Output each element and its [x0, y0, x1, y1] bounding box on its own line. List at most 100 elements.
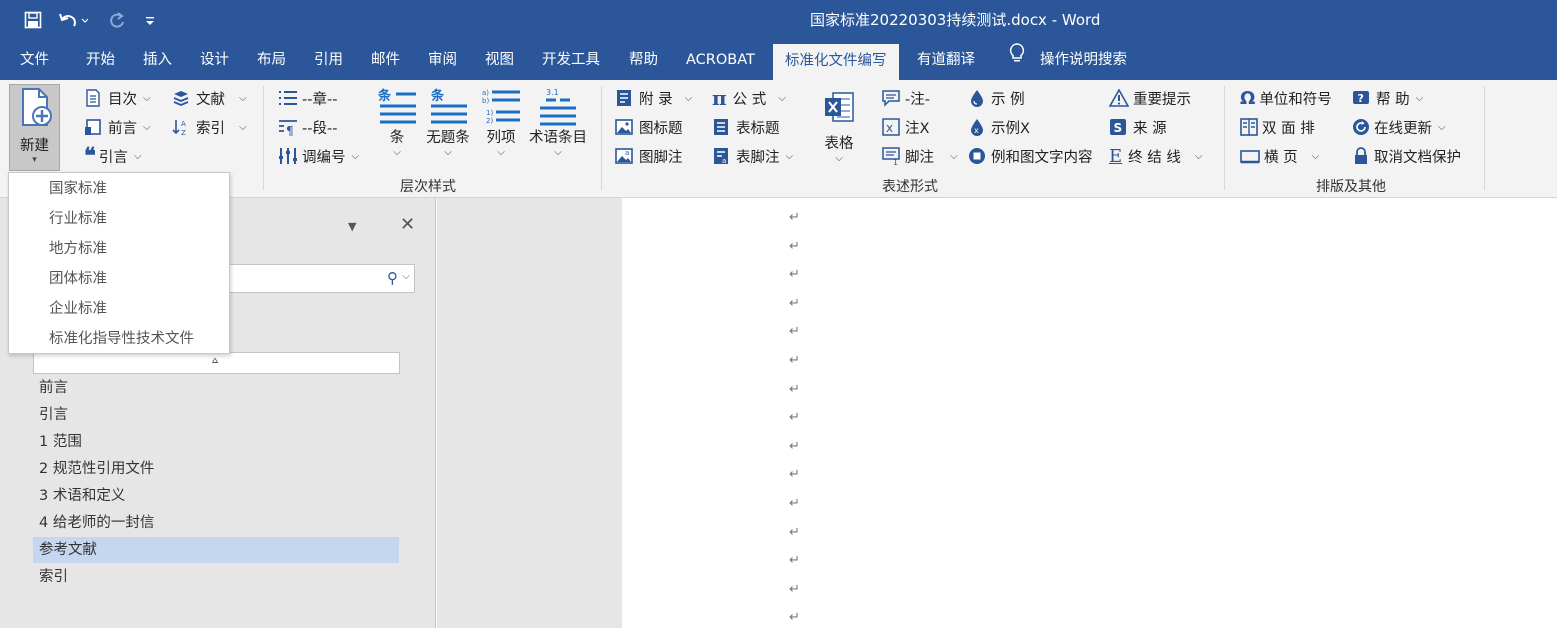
group-label-layout-other: 排版及其他 — [1316, 179, 1386, 195]
term-entry-icon: 3.1 — [540, 88, 576, 126]
table-title-button[interactable]: 表标题 — [712, 115, 780, 139]
pane-options-icon[interactable]: ▼ — [348, 220, 356, 233]
undo-icon[interactable] — [56, 8, 90, 32]
footnote-label: 脚注 — [905, 149, 934, 166]
tab-insert[interactable]: 插入 — [143, 40, 172, 80]
tell-me-search[interactable]: 操作说明搜索 — [1008, 40, 1127, 80]
group-divider — [1484, 86, 1485, 190]
new-label: 新建 — [20, 138, 49, 154]
collapse-up-icon[interactable]: ⩟ — [212, 355, 218, 366]
bibliography-button[interactable]: 文献 ⌵ — [172, 86, 247, 110]
tab-help[interactable]: 帮助 — [629, 40, 658, 80]
nav-item[interactable]: 4 给老师的一封信 — [33, 510, 399, 536]
online-update-button[interactable]: 在线更新 ⌵ — [1352, 115, 1446, 139]
nav-item[interactable]: 引言 — [33, 402, 399, 428]
appendix-button[interactable]: 附 录 ⌵ — [615, 86, 692, 110]
nav-item[interactable]: 前言 — [33, 375, 399, 401]
menu-item-enterprise-standard[interactable]: 企业标准 — [49, 298, 107, 320]
chevron-down-icon[interactable]: ⌵ — [402, 271, 410, 282]
units-symbols-button[interactable]: Ω 单位和符号 — [1240, 86, 1332, 110]
close-icon[interactable]: ✕ — [400, 214, 415, 235]
menu-item-guidance-document[interactable]: 标准化指导性技术文件 — [49, 328, 194, 350]
source-button[interactable]: S 来 源 — [1109, 115, 1167, 139]
tab-home[interactable]: 开始 — [86, 40, 115, 80]
example-figure-text-button[interactable]: 例和图文字内容 — [968, 144, 1093, 168]
formula-button[interactable]: π 公 式 ⌵ — [712, 86, 786, 110]
example-x-label: 示例X — [991, 120, 1030, 137]
introduction-button[interactable]: ❝ 引言 ⌵ — [84, 144, 141, 168]
nav-item[interactable]: 1 范围 — [33, 429, 399, 455]
renumber-button[interactable]: 调编号 ⌵ — [278, 144, 359, 168]
landscape-page-button[interactable]: 横 页 ⌵ — [1240, 144, 1319, 168]
note-button[interactable]: -注- — [882, 86, 930, 110]
menu-item-industry-standard[interactable]: 行业标准 — [49, 208, 107, 230]
save-icon[interactable] — [22, 8, 44, 32]
svg-text:A: A — [181, 120, 186, 128]
svg-text:x: x — [974, 126, 979, 135]
tab-file[interactable]: 文件 — [20, 40, 49, 80]
example-x-button[interactable]: x 示例X — [968, 115, 1030, 139]
redo-icon[interactable] — [106, 8, 128, 32]
segment-button[interactable]: ¶ --段-- — [278, 115, 337, 139]
nav-item[interactable]: 2 规范性引用文件 — [33, 456, 399, 482]
svg-text:2): 2) — [486, 117, 493, 125]
list-item-button[interactable]: a) b) 1) 2) 列项 ⌵ — [478, 86, 524, 158]
double-row-button[interactable]: 双 面 排 — [1240, 115, 1315, 139]
term-item-button[interactable]: 3.1 术语条目 ⌵ — [527, 86, 589, 158]
lock-icon — [1355, 147, 1367, 164]
comment-icon — [882, 90, 900, 107]
clause-button[interactable]: 条 条 ⌵ — [372, 86, 422, 158]
table-button[interactable]: 表格 ⌵ — [818, 90, 860, 164]
index-button[interactable]: AZ 索引 ⌵ — [172, 115, 247, 139]
toc-button[interactable]: 目次 ⌵ — [84, 86, 151, 110]
customize-icon[interactable] — [142, 8, 158, 32]
tab-youdao[interactable]: 有道翻译 — [917, 40, 975, 80]
svg-text:条: 条 — [431, 88, 445, 104]
end-line-label: 终 结 线 — [1128, 149, 1181, 166]
footnote-button[interactable]: 1 脚注 ⌵ — [882, 144, 958, 168]
books-icon — [173, 91, 189, 106]
nav-item[interactable]: 3 术语和定义 — [33, 483, 399, 509]
tab-layout[interactable]: 布局 — [257, 40, 286, 80]
menu-item-group-standard[interactable]: 团体标准 — [49, 268, 107, 290]
foreword-button[interactable]: 前言 ⌵ — [84, 115, 151, 139]
paragraph-mark: ↵ — [789, 524, 800, 540]
group-label-expression: 表述形式 — [882, 179, 938, 195]
document-page[interactable]: ↵ ↵ ↵ ↵ ↵ ↵ ↵ ↵ ↵ ↵ ↵ ↵ ↵ ↵ ↵ — [622, 198, 1557, 628]
paragraph-mark: ↵ — [789, 381, 800, 397]
document-margin-area — [437, 198, 622, 628]
appendix-label: 附 录 — [639, 91, 673, 108]
search-icon[interactable]: ⚲ — [387, 269, 398, 287]
chapter-button[interactable]: --章-- — [278, 86, 337, 110]
tab-review[interactable]: 审阅 — [428, 40, 457, 80]
paragraph-mark: ↵ — [789, 410, 800, 426]
menu-item-national-standard[interactable]: 国家标准 — [49, 178, 107, 200]
tab-view[interactable]: 视图 — [485, 40, 514, 80]
nav-item[interactable]: 索引 — [33, 564, 399, 590]
note-x-button[interactable]: x 注X — [882, 115, 929, 139]
tab-mailings[interactable]: 邮件 — [371, 40, 400, 80]
foreword-label: 前言 — [108, 120, 137, 137]
figure-title-button[interactable]: 图标题 — [615, 115, 683, 139]
renumber-label: 调编号 — [302, 149, 346, 166]
example-button[interactable]: 示 例 — [968, 86, 1025, 110]
svg-text:1: 1 — [893, 158, 898, 165]
collapse-all-bar[interactable]: ⩟ — [33, 352, 400, 374]
tab-acrobat[interactable]: ACROBAT — [686, 40, 755, 80]
unprotect-document-button[interactable]: 取消文档保护 — [1352, 144, 1461, 168]
tab-references[interactable]: 引用 — [314, 40, 343, 80]
untitled-clause-button[interactable]: 条 无题条 ⌵ — [422, 86, 474, 158]
important-notice-button[interactable]: 重要提示 — [1109, 86, 1191, 110]
tab-standard-writing[interactable]: 标准化文件编写 — [773, 44, 899, 80]
figure-footnote-button[interactable]: a 图脚注 — [615, 144, 683, 168]
help-button[interactable]: ? 帮 助 ⌵ — [1352, 86, 1423, 110]
tab-developer[interactable]: 开发工具 — [542, 40, 600, 80]
svg-text:a): a) — [482, 89, 489, 97]
menu-item-local-standard[interactable]: 地方标准 — [49, 238, 107, 260]
nav-item-selected[interactable]: 参考文献 — [33, 537, 399, 563]
end-line-button[interactable]: E 终 结 线 ⌵ — [1109, 144, 1202, 168]
tab-design[interactable]: 设计 — [200, 40, 229, 80]
table-footnote-button[interactable]: a 表脚注 ⌵ — [712, 144, 793, 168]
group-divider — [1224, 86, 1225, 190]
paragraph-mark: ↵ — [789, 467, 800, 483]
